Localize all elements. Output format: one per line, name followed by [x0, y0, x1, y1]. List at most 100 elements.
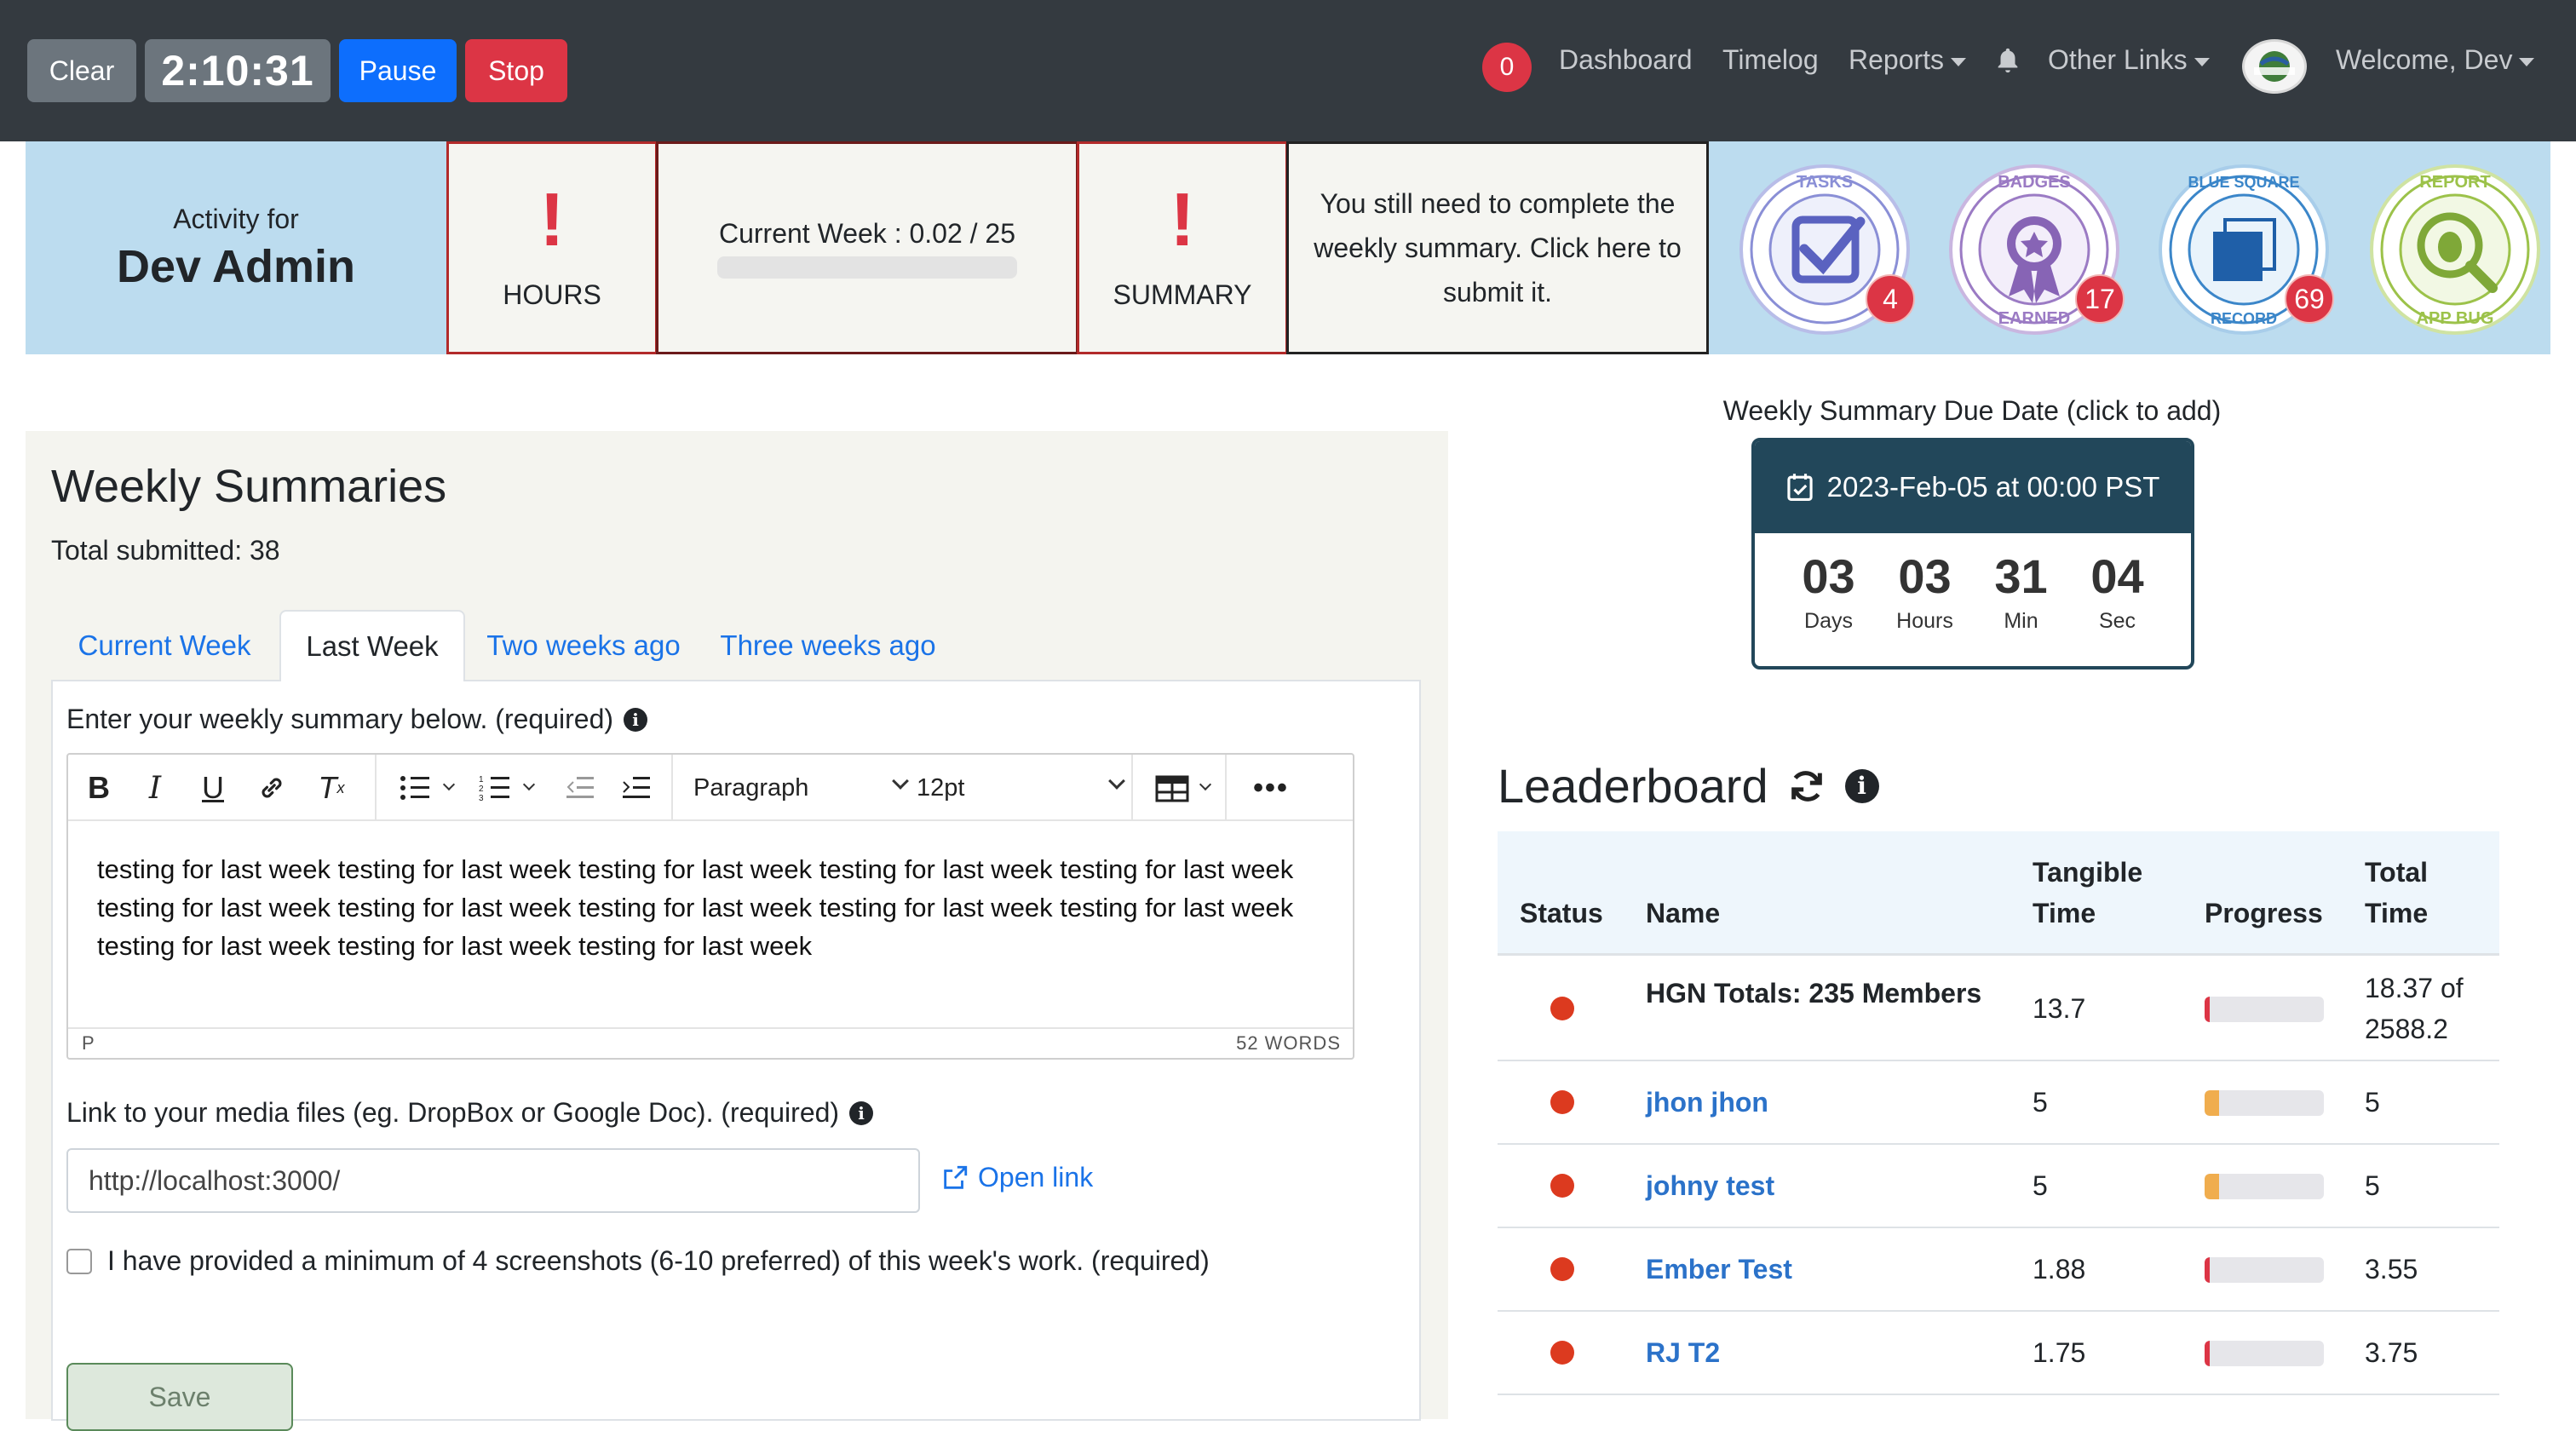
- progress-bar: [2205, 1341, 2324, 1366]
- total-time: 5: [2365, 1087, 2380, 1118]
- hours-alert-box[interactable]: ! HOURS: [446, 141, 658, 354]
- clear-formatting-icon[interactable]: Tx: [310, 767, 353, 809]
- summary-reminder-box[interactable]: You still need to complete the weekly su…: [1286, 141, 1709, 354]
- bullet-list-icon[interactable]: [392, 767, 460, 809]
- svg-text:REPORT: REPORT: [2419, 173, 2490, 192]
- countdown-unit: Days: [1804, 609, 1853, 633]
- header-name: Name: [1646, 898, 1721, 928]
- total-time: 3.75: [2365, 1337, 2418, 1368]
- leaderboard-title-text: Leaderboard: [1498, 759, 1768, 813]
- nav-welcome-dropdown[interactable]: Welcome, Dev: [2336, 44, 2535, 76]
- leaderboard-row: jhon jhon 5 5: [1498, 1061, 2499, 1145]
- current-week-box: Current Week : 0.02 / 25: [656, 141, 1078, 354]
- numbered-list-icon[interactable]: 123: [472, 767, 540, 809]
- leaderboard-title: Leaderboard i: [1498, 758, 1879, 813]
- status-dot: [1550, 1090, 1574, 1114]
- bold-icon[interactable]: B: [80, 767, 118, 809]
- progress-bar: [2205, 1174, 2324, 1199]
- screenshots-checkbox-row[interactable]: I have provided a minimum of 4 screensho…: [66, 1245, 1210, 1277]
- underline-icon[interactable]: U: [194, 767, 232, 809]
- tangible-time: 5: [2033, 1170, 2048, 1201]
- weekly-summaries-title: Weekly Summaries: [51, 461, 447, 512]
- tasks-badge-count: 4: [1866, 274, 1915, 324]
- font-size-select[interactable]: 12pt: [917, 767, 1125, 809]
- indent-icon[interactable]: [615, 767, 658, 809]
- element-path: P: [82, 1032, 95, 1054]
- bell-icon[interactable]: [1993, 46, 2022, 75]
- screenshots-checkbox[interactable]: [66, 1248, 92, 1274]
- countdown-minutes: 31 Min: [1979, 549, 2064, 634]
- status-dot: [1550, 1257, 1574, 1281]
- info-icon[interactable]: i: [1844, 768, 1879, 803]
- totals-progress-bar: [2205, 997, 2324, 1022]
- calendar-check-icon: [1786, 474, 1813, 501]
- leaderboard-row: RJ T2 1.75 3.75: [1498, 1312, 2499, 1395]
- current-week-progress-bar: [717, 256, 1017, 279]
- svg-text:RECORD: RECORD: [2211, 310, 2277, 327]
- countdown-days: 03 Days: [1786, 549, 1872, 634]
- status-dot: [1550, 997, 1574, 1020]
- tab-two-weeks-ago[interactable]: Two weeks ago: [469, 610, 699, 681]
- svg-text:1: 1: [479, 775, 484, 784]
- info-icon[interactable]: i: [624, 707, 648, 732]
- progress-fill: [2205, 1090, 2219, 1116]
- current-week-text: Current Week : 0.02 / 25: [718, 217, 1016, 249]
- save-button[interactable]: Save: [66, 1363, 293, 1431]
- table-icon[interactable]: [1148, 767, 1216, 809]
- header-tangible-time: Tangible Time: [2033, 857, 2143, 928]
- progress-fill: [2205, 1341, 2210, 1366]
- more-options-icon[interactable]: •••: [1245, 767, 1297, 809]
- member-name-link[interactable]: jhon jhon: [1646, 1082, 1768, 1123]
- blue-square-badge[interactable]: BLUE SQUARE RECORD 69: [2157, 162, 2334, 337]
- italic-icon[interactable]: I: [136, 767, 174, 809]
- info-icon[interactable]: i: [849, 1101, 874, 1125]
- countdown-unit: Sec: [2098, 609, 2136, 633]
- media-link-input[interactable]: http://localhost:3000/: [66, 1148, 920, 1213]
- outdent-icon[interactable]: [559, 767, 601, 809]
- exclamation-icon: !: [539, 176, 565, 261]
- progress-fill: [2205, 1174, 2219, 1199]
- progress-bar: [2205, 1090, 2324, 1116]
- link-icon[interactable]: [250, 767, 293, 809]
- due-date-countdown[interactable]: 2023-Feb-05 at 00:00 PST 03 Days 03 Hours …: [1751, 438, 2194, 670]
- tab-current-week[interactable]: Current Week: [51, 610, 278, 681]
- tab-three-weeks-ago[interactable]: Three weeks ago: [700, 610, 956, 681]
- countdown-seconds: 04 Sec: [2075, 549, 2160, 634]
- member-name-link[interactable]: RJ T2: [1646, 1332, 1720, 1373]
- due-date-caption[interactable]: Weekly Summary Due Date (click to add): [1644, 395, 2300, 427]
- nav-other-links-dropdown[interactable]: Other Links: [2048, 44, 2210, 76]
- member-name-link[interactable]: Ember Test: [1646, 1249, 1792, 1290]
- refresh-icon[interactable]: [1787, 767, 1826, 806]
- summary-alert-box[interactable]: ! SUMMARY: [1077, 141, 1288, 354]
- format-block-select[interactable]: Paragraph: [693, 767, 909, 809]
- leaderboard-header: Status Name Tangible Time Progress Total T…: [1498, 831, 2499, 956]
- notification-count-badge[interactable]: 0: [1482, 43, 1532, 92]
- pause-timer-button[interactable]: Pause: [339, 39, 457, 102]
- totals-name: HGN Totals: 235 Members: [1646, 978, 1982, 1009]
- nav-timelog-link[interactable]: Timelog: [1722, 44, 1819, 76]
- summary-rich-text-editor[interactable]: B I U Tx 123 Paragraph 12pt ••• testing …: [66, 753, 1354, 1060]
- report-bug-badge[interactable]: REPORT APP BUG: [2368, 162, 2542, 337]
- tab-last-week[interactable]: Last Week: [279, 610, 465, 681]
- clear-timer-button[interactable]: Clear: [27, 39, 136, 102]
- nav-reports-dropdown[interactable]: Reports: [1849, 44, 1967, 76]
- svg-text:EARNED: EARNED: [1998, 309, 2070, 328]
- activity-title: Activity for Dev Admin: [26, 141, 446, 354]
- open-link[interactable]: Open link: [940, 1162, 1093, 1193]
- tangible-time: 1.75: [2033, 1337, 2086, 1368]
- member-name-link[interactable]: johny test: [1646, 1165, 1774, 1206]
- countdown-value: 31: [1994, 549, 2048, 603]
- badges-earned-badge[interactable]: BADGES EARNED 17: [1947, 162, 2125, 337]
- one-community-logo[interactable]: [2242, 39, 2307, 94]
- stop-timer-button[interactable]: Stop: [465, 39, 567, 102]
- tasks-badge[interactable]: TASKS 4: [1738, 162, 1915, 337]
- countdown-value: 03: [1802, 549, 1855, 603]
- chevron-down-icon: [2519, 57, 2535, 66]
- countdown-value: 04: [2090, 549, 2144, 603]
- countdown-hours: 03 Hours: [1883, 549, 1968, 634]
- summary-reminder-text: You still need to complete the weekly su…: [1314, 188, 1682, 307]
- editor-content[interactable]: testing for last week testing for last w…: [97, 850, 1332, 965]
- status-dot: [1550, 1174, 1574, 1198]
- format-block-value: Paragraph: [693, 773, 809, 802]
- nav-dashboard-link[interactable]: Dashboard: [1559, 44, 1693, 76]
